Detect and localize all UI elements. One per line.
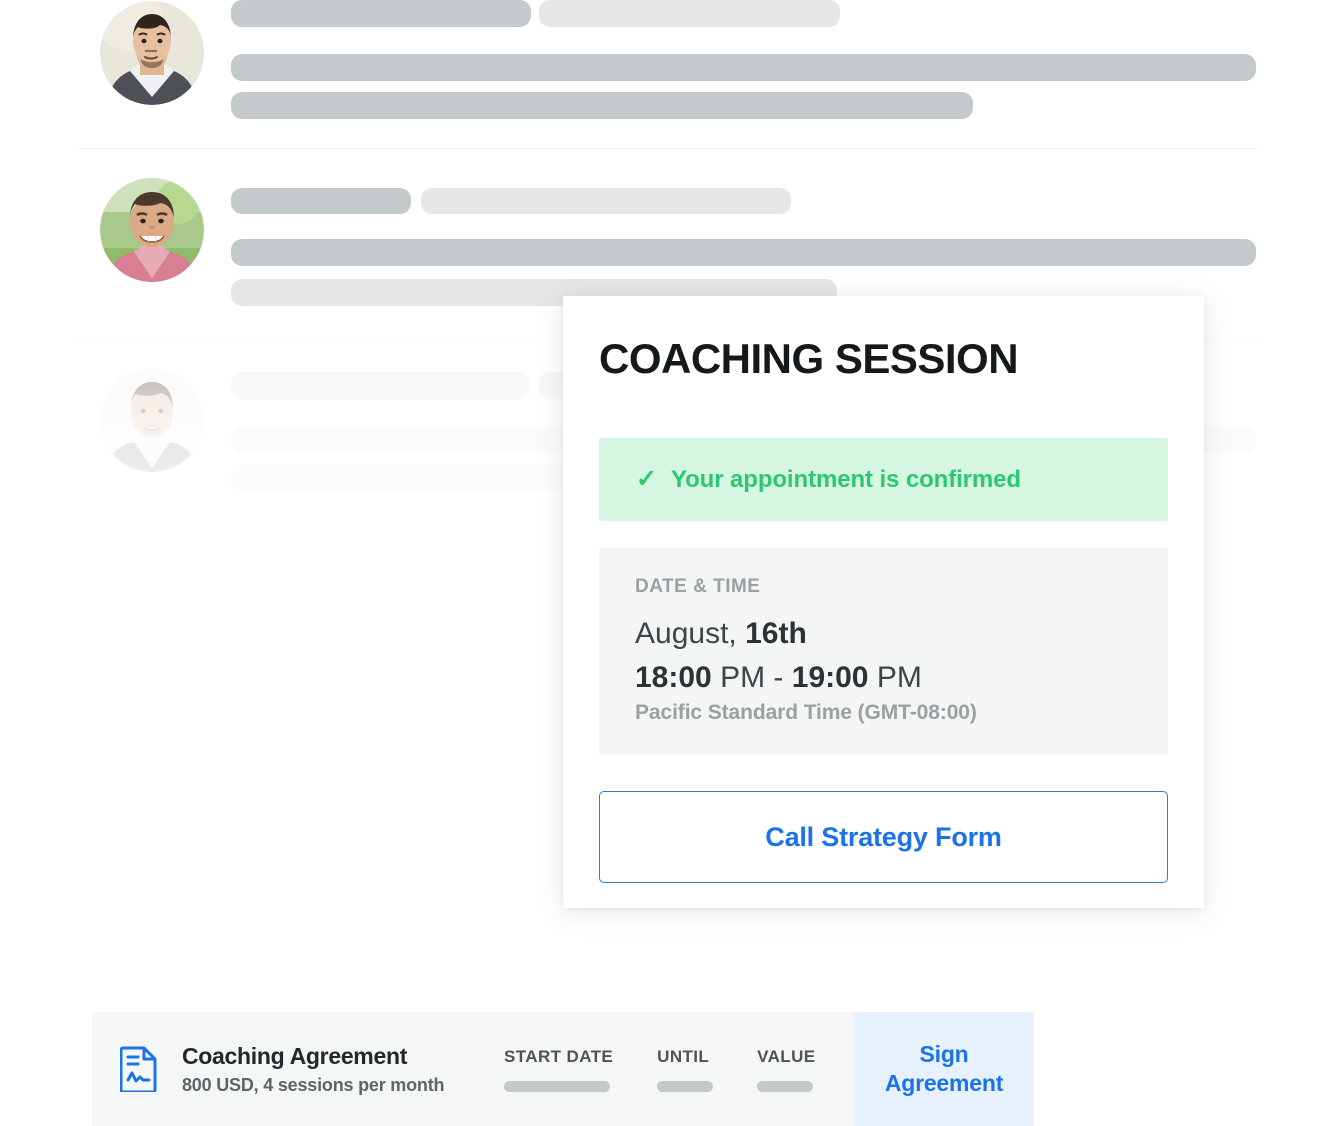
skeleton-bar [231,188,411,214]
page-title: COACHING SESSION [599,335,1019,382]
agreement-text-block: Coaching Agreement 800 USD, 4 sessions p… [182,1043,482,1096]
status-badge: ✓ Your appointment is confirmed [599,438,1168,521]
coaching-session-card: COACHING SESSION ✓ Your appointment is c… [563,296,1204,908]
skeleton-bar [231,372,530,399]
agreement-column-until: UNTIL [657,1046,714,1092]
coaching-agreement-bar: Coaching Agreement 800 USD, 4 sessions p… [92,1012,1034,1126]
document-chart-icon [120,1046,157,1092]
avatar [100,368,204,472]
appointment-end-time: 19:00 [791,661,869,694]
column-header: UNTIL [657,1046,710,1066]
appointment-start-meridiem: PM [720,661,766,694]
skeleton-bar [421,188,791,214]
check-icon: ✓ [636,465,657,493]
feed-divider [78,148,1258,149]
time-range-separator: - [773,661,784,694]
agreement-column-value: VALUE [757,1047,815,1092]
sign-agreement-button[interactable]: Sign Agreement [854,1012,1034,1126]
avatar [100,178,204,282]
appointment-start-time: 18:00 [635,661,712,694]
column-header: START DATE [504,1046,614,1066]
skeleton-bar [231,54,1256,81]
avatar-man-faded [100,368,204,472]
appointment-day: 16th [745,617,807,650]
agreement-column-start-date: START DATE [504,1047,613,1092]
agreement-subtitle: 800 USD, 4 sessions per month [182,1074,445,1095]
avatar [100,1,204,105]
agreement-details: Coaching Agreement 800 USD, 4 sessions p… [92,1012,854,1126]
date-time-panel: DATE & TIME August, 16th 18:00 PM - 19:0… [599,548,1168,755]
call-strategy-form-button[interactable]: Call Strategy Form [599,791,1168,883]
column-value-placeholder [504,1080,610,1092]
appointment-end-meridiem: PM [876,661,922,694]
skeleton-bar [231,0,531,27]
avatar-man-pink-shirt [100,178,204,282]
date-time-label: DATE & TIME [635,576,761,597]
agreement-title: Coaching Agreement [182,1042,408,1069]
appointment-month: August, [635,617,737,650]
agreement-columns: START DATE UNTIL VALUE [504,1047,816,1092]
appointment-time-range: 18:00 PM - 19:00 PM [635,658,1132,697]
column-value-placeholder [757,1080,814,1092]
appointment-date: August, 16th [635,614,1132,653]
skeleton-bar [231,239,1256,266]
column-value-placeholder [657,1080,714,1092]
skeleton-bar [539,0,840,27]
app-root: COACHING SESSION ✓ Your appointment is c… [0,0,1326,1126]
avatar-man-dark-hair [100,1,204,105]
confirmation-message: Your appointment is confirmed [670,465,1021,493]
appointment-timezone: Pacific Standard Time (GMT-08:00) [635,701,977,724]
skeleton-bar [231,92,973,119]
column-header: VALUE [757,1046,816,1066]
